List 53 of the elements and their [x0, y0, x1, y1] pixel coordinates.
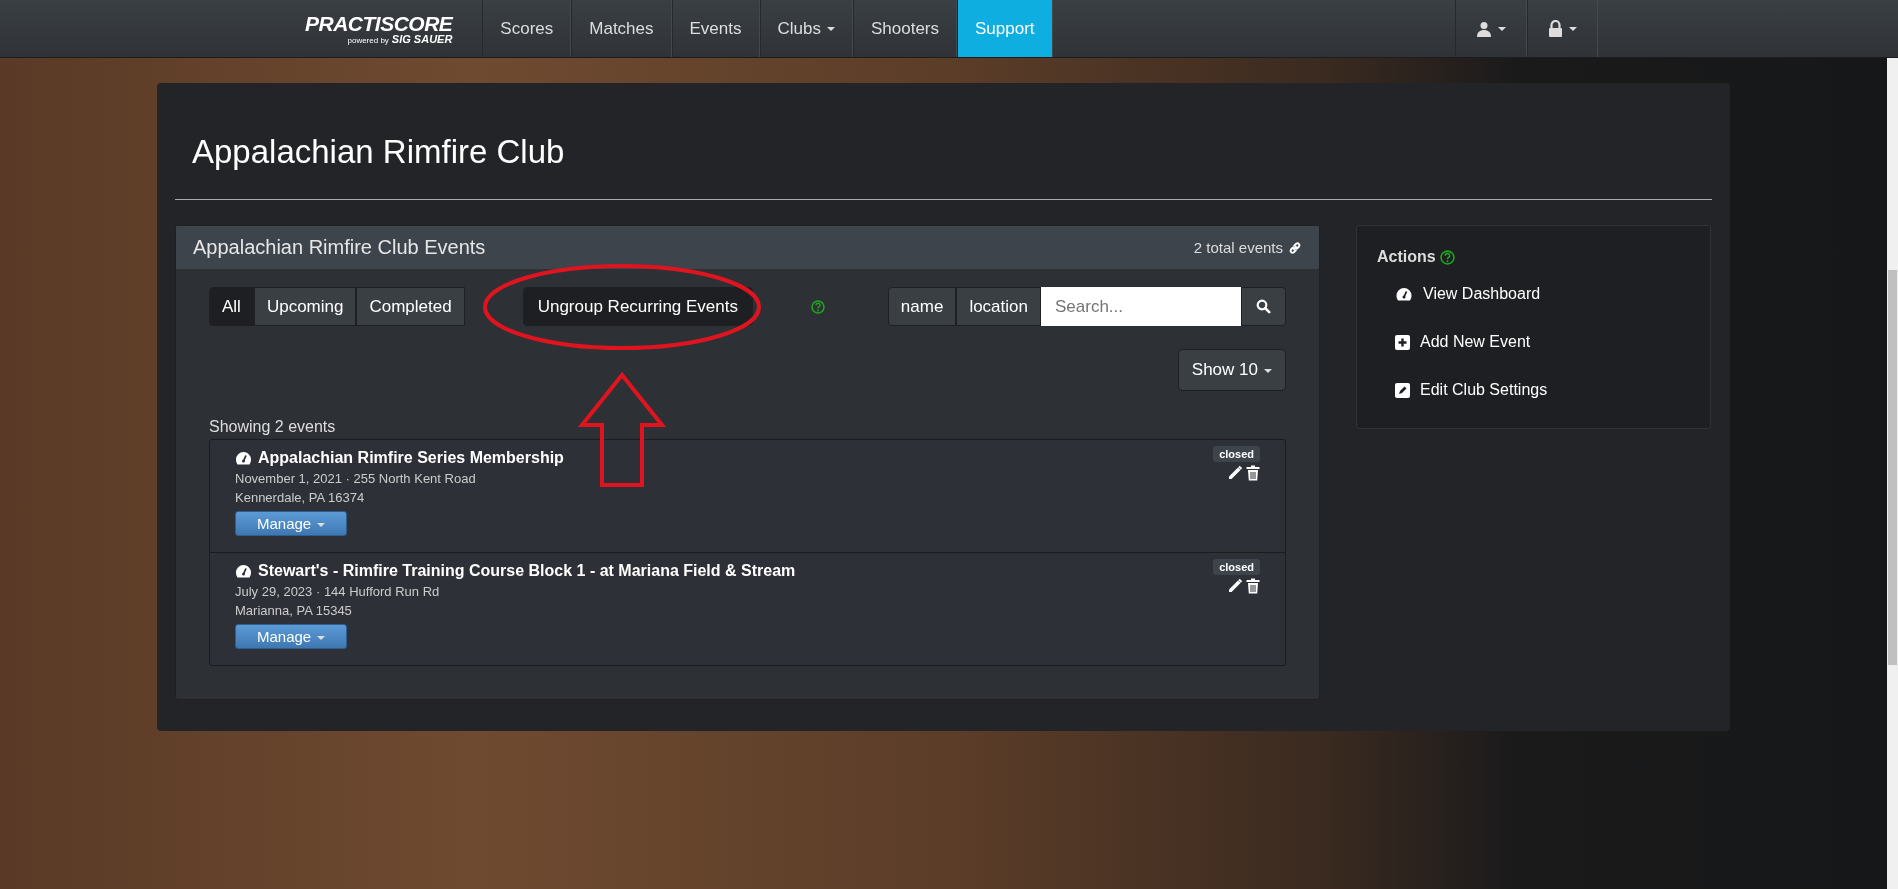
- edit-square-icon: [1395, 382, 1410, 398]
- manage-dropdown[interactable]: Manage: [235, 624, 348, 649]
- filter-button[interactable]: Completed: [356, 287, 465, 326]
- page-title: Appalachian Rimfire Club: [191, 132, 566, 172]
- filter-button[interactable]: Upcoming: [253, 287, 357, 326]
- search-button[interactable]: [1241, 287, 1286, 326]
- lock-menu-button[interactable]: [1527, 0, 1598, 57]
- gauge-icon: [235, 450, 252, 466]
- page-size-dropdown[interactable]: Show 10: [1177, 349, 1286, 391]
- search-field[interactable]: Search...: [1041, 287, 1241, 326]
- pencil-icon[interactable]: [1227, 578, 1243, 594]
- action-link[interactable]: Edit Club Settings: [1420, 381, 1548, 399]
- event-date-address: July 29, 2023 · 144 Hufford Run Rd: [235, 584, 440, 599]
- plus-square-icon: [1395, 334, 1410, 350]
- trash-icon[interactable]: [1246, 578, 1260, 594]
- event-city: Kennerdale, PA 16374: [235, 490, 365, 505]
- pencil-icon[interactable]: [1227, 465, 1243, 481]
- logo-brand: PRACTISCORE: [305, 12, 453, 34]
- logo-tagline-brand: SIG SAUER: [391, 33, 453, 45]
- actions-title: Actions: [1377, 248, 1436, 266]
- help-icon[interactable]: [1439, 249, 1455, 265]
- manage-dropdown[interactable]: Manage: [235, 511, 348, 536]
- event-name-link[interactable]: Appalachian Rimfire Series Membership: [258, 449, 564, 467]
- nav-link[interactable]: Matches: [571, 0, 672, 57]
- action-link[interactable]: View Dashboard: [1423, 285, 1541, 303]
- lock-icon: [1548, 20, 1563, 37]
- action-link[interactable]: Add New Event: [1420, 333, 1531, 351]
- event-name-link[interactable]: Stewart's - Rimfire Training Course Block 1 - at Mariana Field & Stream: [258, 562, 796, 580]
- gauge-icon: [1395, 286, 1413, 302]
- search-field-button[interactable]: name: [887, 287, 957, 326]
- scrollbar[interactable]: [1887, 58, 1898, 889]
- total-events-link[interactable]: 2 total events: [1193, 239, 1302, 256]
- results-count: Showing 2 events: [209, 418, 337, 436]
- panel-title: Appalachian Rimfire Club Events: [193, 236, 486, 259]
- link-icon: [1288, 240, 1302, 255]
- user-menu-button[interactable]: [1455, 0, 1527, 57]
- filter-button[interactable]: All: [209, 287, 254, 326]
- nav-link[interactable]: Events: [671, 0, 760, 57]
- logo[interactable]: PRACTISCORE powered by SIG SAUER: [305, 0, 453, 57]
- gauge-icon: [235, 563, 252, 579]
- nav-link[interactable]: Scores: [482, 0, 572, 57]
- help-icon[interactable]: [811, 299, 825, 314]
- search-field-button[interactable]: location: [956, 287, 1041, 326]
- event-date-address: November 1, 2021 · 255 North Kent Road: [235, 471, 476, 486]
- event-city: Marianna, PA 15345: [235, 603, 352, 618]
- logo-tagline: powered by: [347, 36, 389, 45]
- ungroup-button[interactable]: Ungroup Recurring Events: [522, 287, 753, 326]
- user-icon: [1476, 20, 1492, 37]
- trash-icon[interactable]: [1246, 465, 1260, 481]
- status-badge: closed: [1213, 446, 1260, 462]
- search-icon: [1256, 299, 1271, 314]
- status-badge: closed: [1213, 559, 1260, 575]
- nav-link[interactable]: Clubs: [759, 0, 853, 57]
